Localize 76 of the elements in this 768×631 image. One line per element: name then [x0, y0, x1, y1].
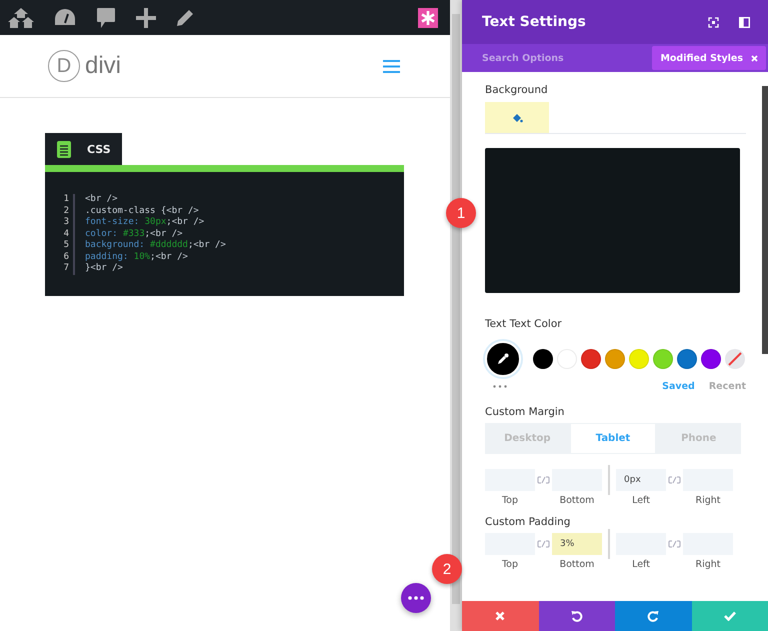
code-line: }<br /> [85, 263, 123, 274]
section-label: Custom Margin [485, 406, 566, 418]
link-icon[interactable] [537, 540, 550, 548]
field-label: Right [695, 559, 721, 570]
more-icon[interactable] [493, 385, 507, 388]
code-line: font-size: 30px;<br /> [85, 217, 204, 228]
divi-logo[interactable]: D divi [48, 50, 122, 82]
link-icon[interactable] [668, 540, 681, 548]
color-swatch[interactable] [629, 349, 649, 369]
step-callout: 2 [432, 554, 462, 584]
undo-button[interactable] [538, 601, 615, 631]
color-swatch[interactable] [653, 349, 673, 369]
panel-title: Text Settings [482, 14, 586, 30]
line-number: 6 [57, 252, 75, 263]
line-number: 5 [57, 240, 75, 252]
step-callout: 1 [446, 198, 476, 228]
document-icon [57, 140, 71, 158]
redo-icon [647, 610, 660, 622]
dots-icon [408, 596, 424, 600]
houses-icon[interactable] [8, 6, 34, 28]
line-number: 1 [57, 194, 75, 206]
field-label: Left [632, 495, 650, 506]
palette-tab[interactable]: Saved [662, 381, 695, 392]
comment-icon[interactable] [96, 6, 116, 28]
paint-bucket-icon [512, 112, 522, 122]
spacing-field[interactable]: 3% [552, 533, 602, 555]
search-field[interactable]: Search Options [482, 52, 652, 64]
link-icon[interactable] [668, 476, 681, 484]
asterisk-icon[interactable] [418, 8, 438, 28]
plus-icon[interactable] [136, 8, 156, 28]
undo-icon [570, 610, 583, 622]
code-line: <br /> [85, 194, 118, 206]
close-icon [751, 54, 758, 62]
section-label: Custom Padding [485, 516, 572, 528]
more-options-button[interactable] [401, 583, 431, 613]
dashboard-icon[interactable] [54, 8, 76, 28]
line-number: 4 [57, 228, 75, 240]
tab-label: CSS [87, 142, 111, 156]
field-label: Bottom [560, 495, 594, 506]
field-label: Left [632, 559, 650, 570]
color-swatch[interactable] [581, 349, 601, 369]
color-tab[interactable] [485, 102, 549, 133]
field-label: Top [502, 495, 518, 506]
sidebar-layout-icon[interactable] [739, 16, 750, 28]
device-tab[interactable]: Phone [656, 423, 742, 454]
device-tab[interactable]: Desktop [485, 423, 570, 454]
spacing-field[interactable]: 0px [616, 469, 666, 491]
color-swatch[interactable] [701, 349, 721, 369]
modified-styles-button[interactable]: Modified Styles [652, 46, 766, 70]
field-label: Right [695, 495, 721, 506]
link-icon[interactable] [537, 476, 550, 484]
line-number: 2 [57, 206, 75, 217]
pencil-icon[interactable] [176, 8, 194, 26]
section-label: Background [485, 84, 549, 96]
code-line: background: #dddddd;<br /> [85, 240, 226, 252]
code-line: .custom-class {<br /> [85, 206, 199, 217]
color-swatch[interactable] [533, 349, 553, 369]
expand-icon[interactable] [708, 16, 719, 28]
line-number: 7 [57, 263, 75, 274]
color-picker[interactable] [485, 341, 521, 377]
menu-icon[interactable] [383, 60, 400, 72]
no-color-swatch[interactable] [725, 349, 745, 369]
section-label: Text Text Color [485, 318, 563, 330]
palette-tab[interactable]: Recent [708, 381, 746, 392]
code-line: padding: 10%;<br /> [85, 252, 188, 263]
color-swatch[interactable] [677, 349, 697, 369]
color-swatch[interactable] [605, 349, 625, 369]
eyedropper-icon [497, 353, 509, 365]
field-label: Top [502, 559, 518, 570]
line-number: 3 [57, 217, 75, 228]
close-icon [495, 611, 506, 621]
device-tab[interactable]: Tablet [570, 423, 656, 454]
code-line: color: #333;<br /> [85, 228, 183, 240]
checkmark-icon [724, 611, 736, 621]
field-label: Bottom [560, 559, 594, 570]
redo-button[interactable] [615, 601, 692, 631]
